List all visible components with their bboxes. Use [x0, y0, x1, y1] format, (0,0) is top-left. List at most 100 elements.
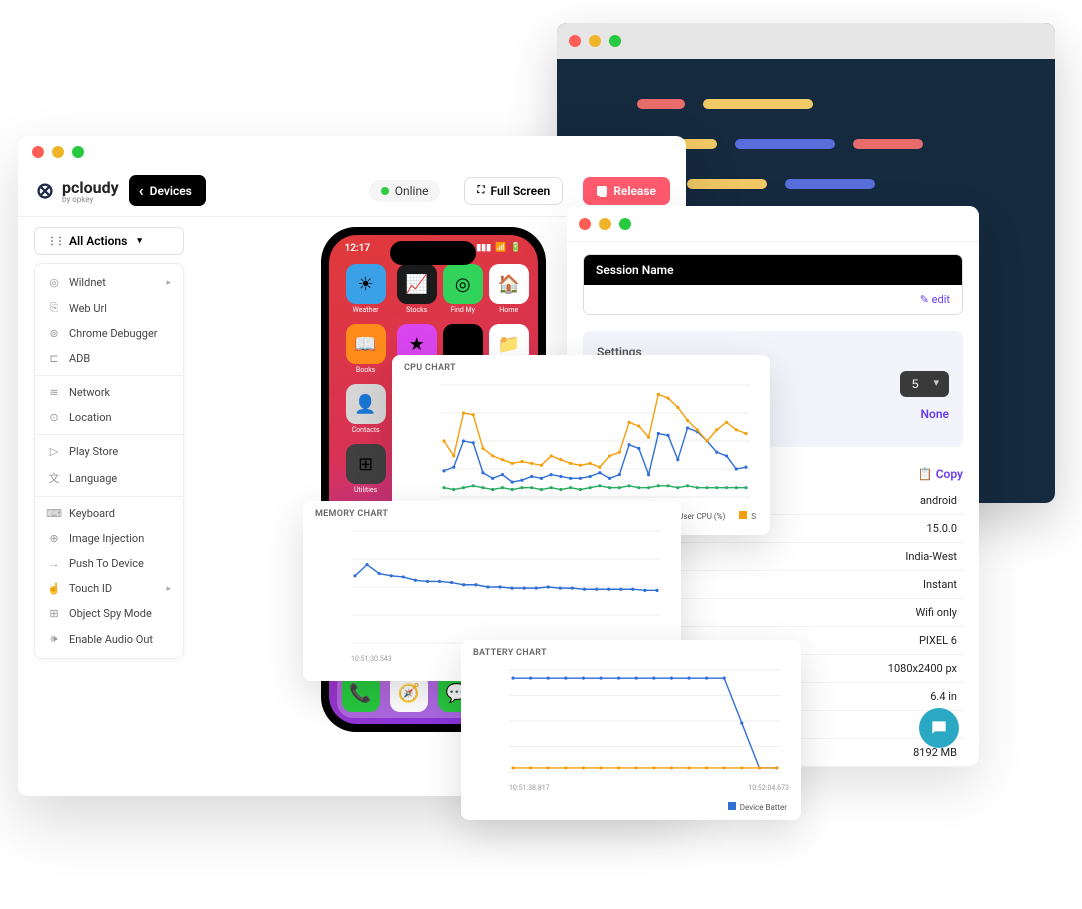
- app-icon[interactable]: 🏠Home: [489, 264, 529, 314]
- brand-name: pcloudy: [62, 178, 119, 197]
- close-icon[interactable]: [32, 146, 44, 158]
- menu-item-adb[interactable]: ⊏ ADB: [35, 346, 183, 371]
- app-icon[interactable]: 👤Contacts: [341, 384, 391, 434]
- memory-chart-title: MEMORY CHART: [303, 501, 681, 527]
- mem-xlabel-start: 10:51:30.543: [351, 655, 392, 663]
- wifi-icon: 📶: [495, 243, 506, 254]
- chat-icon: [929, 718, 949, 738]
- memory-chart: [351, 527, 661, 647]
- chevron-right-icon: ▸: [166, 584, 171, 594]
- actions-menu: ◎ Wildnet ▸ ⎘ Web Url ⊚ Chrome Debugger ⊏ ADB ≋ Ne…: [34, 263, 184, 659]
- settings-select[interactable]: 5: [900, 371, 949, 397]
- close-icon[interactable]: [569, 35, 581, 47]
- minimize-icon[interactable]: [52, 146, 64, 158]
- devices-label: Devices: [150, 184, 192, 198]
- chat-fab[interactable]: [919, 708, 959, 748]
- brand-logo: pcloudy by opkey: [34, 178, 119, 204]
- app-icon[interactable]: 📖Books: [341, 324, 391, 374]
- menu-icon: 文: [47, 470, 61, 486]
- session-name-card: Session Name ✎ edit: [583, 254, 963, 315]
- release-icon: ▲: [597, 186, 607, 196]
- logo-icon: [34, 180, 56, 202]
- menu-item-network[interactable]: ≋ Network: [35, 380, 183, 405]
- menu-icon: ⌨: [47, 507, 61, 520]
- menu-label: Object Spy Mode: [69, 607, 152, 620]
- menu-label: ADB: [69, 352, 90, 365]
- menu-icon: ⎘: [47, 301, 61, 315]
- menu-item-play-store[interactable]: ▷ Play Store: [35, 439, 183, 464]
- battery-legend: Device Batter: [461, 798, 801, 820]
- menu-label: Image Injection: [69, 532, 144, 545]
- status-label: Online: [395, 184, 429, 198]
- app-icon[interactable]: ☀Weather: [341, 264, 391, 314]
- menu-label: Network: [69, 386, 110, 399]
- menu-label: Touch ID: [69, 582, 112, 595]
- minimize-icon[interactable]: [599, 218, 611, 230]
- bat-xlabel-end: 10:52:04.673: [748, 784, 789, 792]
- device-notch: [390, 241, 476, 265]
- maximize-icon[interactable]: [609, 35, 621, 47]
- bat-xlabel-start: 10:51:38.817: [509, 784, 550, 792]
- menu-icon: ▷: [47, 445, 61, 458]
- chevron-right-icon: ▸: [166, 278, 171, 288]
- session-name-header: Session Name: [584, 255, 962, 285]
- cpu-chart-title: CPU CHART: [392, 355, 770, 381]
- menu-icon: ◎: [47, 276, 61, 289]
- battery-chart-card: BATTERY CHART 10:51:38.817 10:52:04.673 D…: [461, 640, 801, 820]
- battery-chart-title: BATTERY CHART: [461, 640, 801, 666]
- release-label: Release: [613, 184, 656, 198]
- maximize-icon[interactable]: [619, 218, 631, 230]
- menu-label: Enable Audio Out: [69, 633, 153, 646]
- status-online: Online: [369, 180, 441, 202]
- menu-label: Wildnet: [69, 276, 106, 289]
- menu-label: Language: [69, 472, 117, 485]
- menu-label: Push To Device: [69, 557, 144, 570]
- battery-icon: 🔋: [510, 243, 521, 254]
- menu-item-image-injection[interactable]: ⊕ Image Injection: [35, 526, 183, 551]
- menu-icon: 🕪: [47, 632, 61, 646]
- menu-icon: →: [47, 557, 61, 570]
- close-icon[interactable]: [579, 218, 591, 230]
- menu-icon: ⊏: [47, 352, 61, 365]
- status-icons: ▮▮▮ 📶 🔋: [476, 243, 521, 254]
- minimize-icon[interactable]: [589, 35, 601, 47]
- battery-chart: [509, 666, 781, 776]
- menu-label: Play Store: [69, 445, 118, 458]
- release-button[interactable]: ▲ Release: [583, 177, 670, 205]
- menu-item-chrome-debugger[interactable]: ⊚ Chrome Debugger: [35, 321, 183, 346]
- menu-icon: ⊙: [47, 411, 61, 424]
- all-actions-label: All Actions: [69, 234, 127, 248]
- all-actions-dropdown[interactable]: All Actions: [34, 227, 184, 255]
- menu-item-language[interactable]: 文 Language: [35, 464, 183, 492]
- menu-item-touch-id[interactable]: ☝ Touch ID ▸: [35, 576, 183, 601]
- fullscreen-label: Full Screen: [490, 184, 550, 198]
- menu-icon: ☝: [47, 582, 61, 595]
- status-clock: 12:17: [345, 243, 371, 254]
- menu-label: Web Url: [69, 302, 107, 315]
- fullscreen-icon: ⛶: [477, 185, 484, 196]
- menu-label: Chrome Debugger: [69, 327, 158, 340]
- maximize-icon[interactable]: [72, 146, 84, 158]
- menu-item-web-url[interactable]: ⎘ Web Url: [35, 295, 183, 321]
- devices-button[interactable]: Devices: [129, 175, 206, 206]
- menu-item-enable-audio-out[interactable]: 🕪 Enable Audio Out: [35, 626, 183, 652]
- app-icon[interactable]: ⊞Utilities: [341, 444, 391, 494]
- app-icon[interactable]: 📈Stocks: [397, 264, 437, 314]
- menu-item-location[interactable]: ⊙ Location: [35, 405, 183, 430]
- signal-icon: ▮▮▮: [476, 243, 491, 254]
- menu-icon: ≋: [47, 386, 61, 399]
- menu-icon: ⊕: [47, 532, 61, 545]
- menu-icon: ⊞: [47, 607, 61, 620]
- window-titlebar: [557, 23, 1055, 59]
- menu-label: Keyboard: [69, 507, 115, 520]
- menu-icon: ⊚: [47, 327, 61, 340]
- cpu-chart: [440, 381, 750, 501]
- menu-item-push-to-device[interactable]: → Push To Device: [35, 551, 183, 576]
- menu-item-wildnet[interactable]: ◎ Wildnet ▸: [35, 270, 183, 295]
- menu-label: Location: [69, 411, 112, 424]
- menu-item-keyboard[interactable]: ⌨ Keyboard: [35, 501, 183, 526]
- app-icon[interactable]: ◎Find My: [443, 264, 483, 314]
- edit-session-name[interactable]: ✎ edit: [920, 293, 950, 306]
- fullscreen-button[interactable]: ⛶ Full Screen: [464, 177, 563, 205]
- menu-item-object-spy-mode[interactable]: ⊞ Object Spy Mode: [35, 601, 183, 626]
